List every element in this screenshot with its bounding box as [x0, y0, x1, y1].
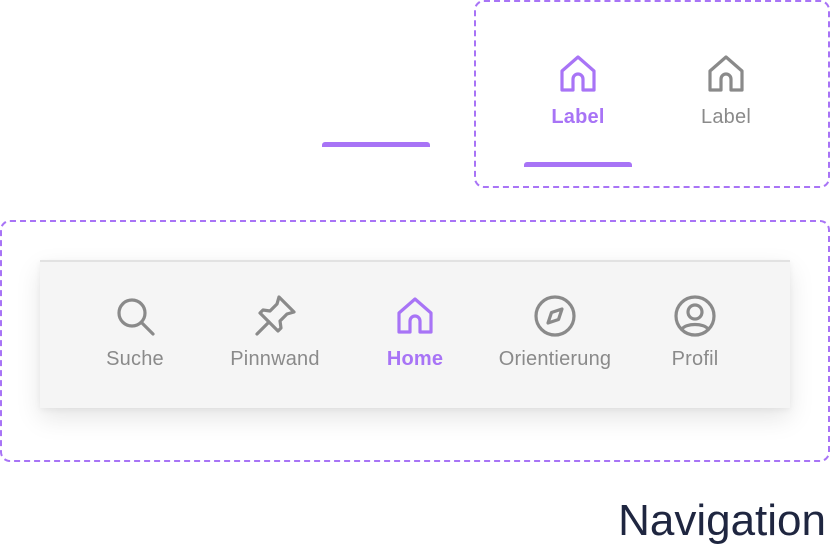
home-icon: [391, 292, 439, 340]
canvas: Label Label Suche Pinnwand Home Orientie…: [0, 0, 830, 557]
tab-profile-label: Profil: [671, 348, 719, 370]
tab-variant-inactive-label: Label: [701, 106, 751, 128]
tab-home-label: Home: [386, 348, 444, 370]
tab-home[interactable]: Home: [340, 292, 490, 371]
tab-variant-active[interactable]: Label: [538, 50, 618, 129]
tab-pinboard-label: Pinnwand: [230, 348, 320, 370]
search-icon: [111, 292, 159, 340]
pin-icon: [251, 292, 299, 340]
tab-pinboard[interactable]: Pinnwand: [200, 292, 350, 371]
profile-icon: [671, 292, 719, 340]
compass-icon: [531, 292, 579, 340]
component-caption: Navigation: [618, 496, 826, 545]
tab-search[interactable]: Suche: [60, 292, 210, 371]
tab-variant-inactive[interactable]: Label: [686, 50, 766, 129]
tab-profile[interactable]: Profil: [620, 292, 770, 371]
tab-variant-active-label: Label: [551, 106, 605, 128]
home-icon: [702, 50, 750, 98]
tab-orientation[interactable]: Orientierung: [480, 292, 630, 371]
tab-variants-frame: [474, 0, 830, 188]
bottom-navigation-bar: Suche Pinnwand Home Orientierung Profil: [40, 260, 790, 408]
active-tab-indicator: [322, 142, 430, 147]
tab-orientation-label: Orientierung: [498, 348, 612, 370]
tab-search-label: Suche: [106, 348, 164, 370]
home-icon: [554, 50, 602, 98]
active-tab-indicator: [524, 162, 632, 167]
